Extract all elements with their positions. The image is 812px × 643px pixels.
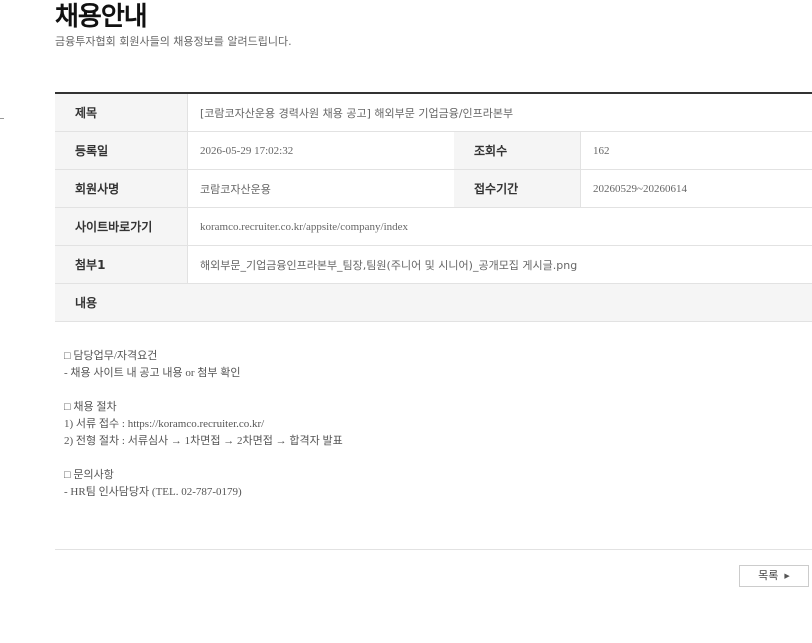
post-info-table: 제목 [코람코자산운용 경력사원 채용 공고] 해외부문 기업금융/인프라본부 … <box>55 92 812 322</box>
list-button-label: 목록 <box>758 569 779 582</box>
content-line <box>64 450 764 467</box>
attachment-label: 첨부1 <box>55 245 188 284</box>
content-line: □ 문의사항 <box>64 469 114 481</box>
attachment-row: 첨부1 해외부문_기업금융인프라본부_팀장,팀원(주니어 및 시니어)_공개모집… <box>55 245 812 284</box>
content-line: - 채용 사이트 내 공고 내용 or 첨부 확인 <box>64 367 241 379</box>
title-row: 제목 [코람코자산운용 경력사원 채용 공고] 해외부문 기업금융/인프라본부 <box>55 93 812 132</box>
date-row: 등록일 2026-05-29 17:02:32 조회수 162 <box>55 131 812 170</box>
content-line <box>64 382 764 399</box>
company-label: 회원사명 <box>55 169 188 208</box>
period-value: 20260529~20260614 <box>580 169 812 208</box>
content-line: □ 담당업무/자격요건 <box>64 350 158 362</box>
page-subtitle: 금융투자협회 회원사들의 채용정보를 알려드립니다. <box>55 35 292 48</box>
content-label-fill <box>187 283 812 322</box>
company-row: 회원사명 코람코자산운용 접수기간 20260529~20260614 <box>55 169 812 208</box>
views-value: 162 <box>580 131 812 170</box>
site-link[interactable]: koramco.recruiter.co.kr/appsite/company/… <box>187 207 812 246</box>
date-label: 등록일 <box>55 131 188 170</box>
company-value: 코람코자산운용 <box>187 169 454 208</box>
title-label: 제목 <box>55 93 188 132</box>
date-value: 2026-05-29 17:02:32 <box>187 131 454 170</box>
attachment-link[interactable]: 해외부문_기업금융인프라본부_팀장,팀원(주니어 및 시니어)_공개모집 게시글… <box>187 245 812 284</box>
triangle-right-icon: ▶ <box>784 572 790 580</box>
content-line: □ 채용 절차 <box>64 401 117 413</box>
page-title: 채용안내 <box>55 2 148 32</box>
period-label: 접수기간 <box>454 169 581 208</box>
left-edge-mark <box>0 118 4 119</box>
site-label: 사이트바로가기 <box>55 207 188 246</box>
list-button[interactable]: 목록 ▶ <box>739 565 809 587</box>
site-row: 사이트바로가기 koramco.recruiter.co.kr/appsite/… <box>55 207 812 246</box>
content-label: 내용 <box>55 283 188 322</box>
content-divider <box>55 549 812 550</box>
content-line: 2) 전형 절차 : 서류심사 → 1차면접 → 2차면접 → 합격자 발표 <box>64 435 343 447</box>
views-label: 조회수 <box>454 131 581 170</box>
post-content: □ 담당업무/자격요건 - 채용 사이트 내 공고 내용 or 첨부 확인 □ … <box>64 348 764 501</box>
content-line: 1) 서류 접수 : https://koramco.recruiter.co.… <box>64 418 265 430</box>
content-line: - HR팀 인사담당자 (TEL. 02-787-0179) <box>64 486 242 498</box>
content-row: 내용 <box>55 283 812 322</box>
title-value: [코람코자산운용 경력사원 채용 공고] 해외부문 기업금융/인프라본부 <box>187 93 812 132</box>
